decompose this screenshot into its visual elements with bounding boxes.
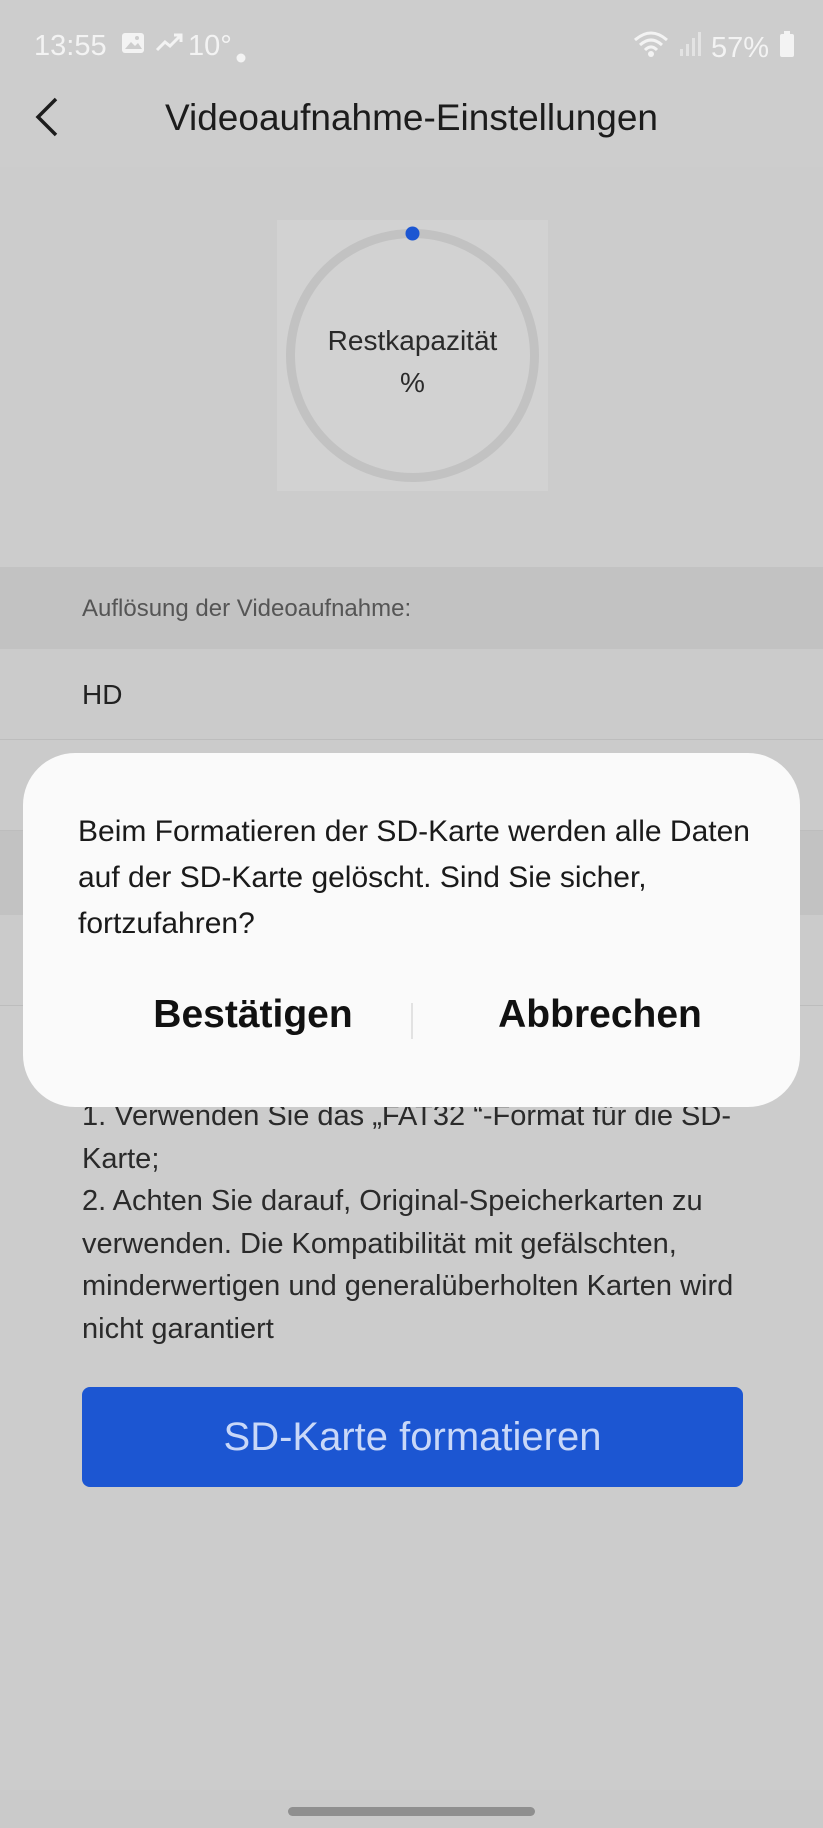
format-sd-card-button[interactable]: SD-Karte formatieren — [82, 1387, 743, 1487]
battery-icon — [779, 30, 795, 66]
confirm-button[interactable]: Bestätigen — [103, 993, 403, 1037]
capacity-value: % — [400, 367, 425, 398]
status-bar: 13:55 10° 57% — [0, 0, 823, 95]
back-button[interactable] — [30, 95, 90, 140]
home-indicator[interactable] — [288, 1807, 535, 1816]
cancel-button[interactable]: Abbrechen — [450, 993, 750, 1037]
capacity-indicator-dot — [405, 226, 420, 241]
capacity-label: Restkapazität — [327, 325, 498, 356]
confirm-format-dialog: Beim Formatieren der SD-Karte werden all… — [23, 753, 800, 1107]
signal-icon — [679, 31, 701, 65]
wifi-icon — [633, 30, 669, 66]
hint-line-2: 2. Achten Sie darauf, Original-Speicherk… — [82, 1185, 734, 1345]
resolution-section-header: Auflösung der Videoaufnahme: — [0, 567, 823, 649]
page-title: Videoaufnahme-Einstellungen — [164, 97, 658, 138]
resolution-option-row[interactable]: HD — [0, 649, 823, 740]
chevron-left-icon — [30, 97, 70, 144]
hint-line-1: 1. Verwenden Sie das „FAT32 “-Format für… — [82, 1100, 732, 1175]
status-time: 13:55 — [34, 30, 107, 62]
trending-icon — [155, 30, 183, 64]
resolution-section-label: Auflösung der Videoaufnahme: — [82, 595, 412, 622]
resolution-selected-value: HD — [82, 679, 123, 710]
gallery-icon — [120, 30, 146, 64]
temperature: 10° — [188, 30, 232, 62]
dot-icon — [236, 38, 246, 71]
dialog-message: Beim Formatieren der SD-Karte werden all… — [78, 815, 750, 940]
capacity-gauge: Restkapazität % — [277, 220, 548, 491]
battery-percent: 57% — [710, 31, 769, 64]
dialog-button-divider — [411, 1003, 413, 1039]
app-bar: Videoaufnahme-Einstellungen — [0, 95, 823, 167]
format-hints: 1. Verwenden Sie das „FAT32 “-Format für… — [82, 1095, 762, 1350]
